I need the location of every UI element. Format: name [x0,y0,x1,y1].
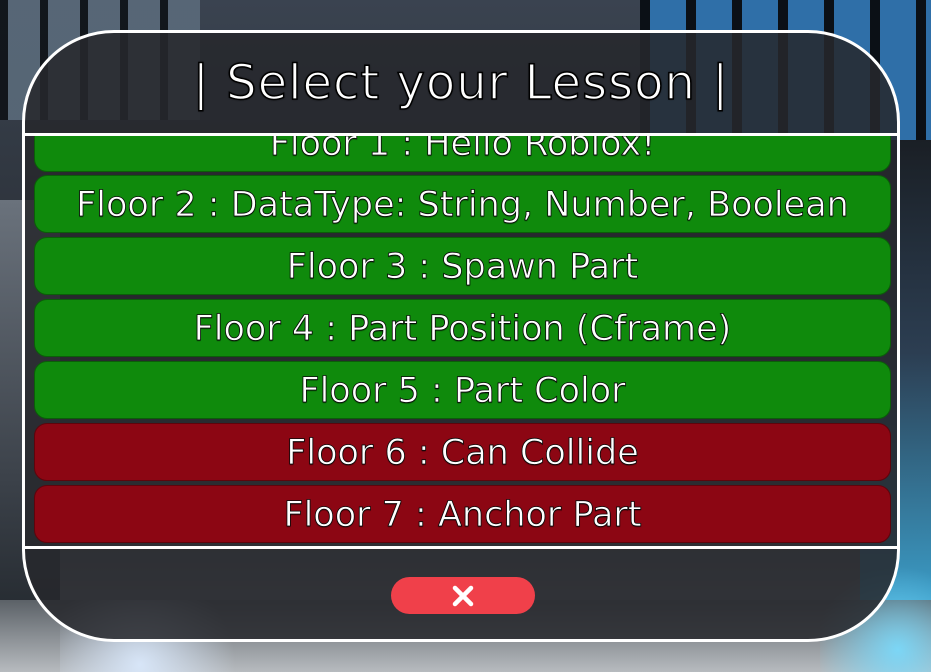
lesson-button-floor-1[interactable]: Floor 1 : Hello Roblox! [34,136,891,172]
game-viewport: | Select your Lesson | Floor 1 : Hello R… [0,0,931,672]
close-button[interactable] [391,577,535,614]
lesson-select-panel: | Select your Lesson | Floor 1 : Hello R… [22,30,900,642]
lesson-button-floor-4[interactable]: Floor 4 : Part Position (Cframe) [34,299,891,357]
lesson-list[interactable]: Floor 1 : Hello Roblox! Floor 2 : DataTy… [25,136,897,546]
divider [25,546,897,549]
panel-title: | Select your Lesson | [192,54,730,112]
lesson-button-floor-5[interactable]: Floor 5 : Part Color [34,361,891,419]
lesson-button-floor-7[interactable]: Floor 7 : Anchor Part [34,485,891,543]
lesson-button-floor-2[interactable]: Floor 2 : DataType: String, Number, Bool… [34,175,891,233]
close-icon [452,585,474,606]
lesson-button-floor-3[interactable]: Floor 3 : Spawn Part [34,237,891,295]
lesson-button-floor-6[interactable]: Floor 6 : Can Collide [34,423,891,481]
